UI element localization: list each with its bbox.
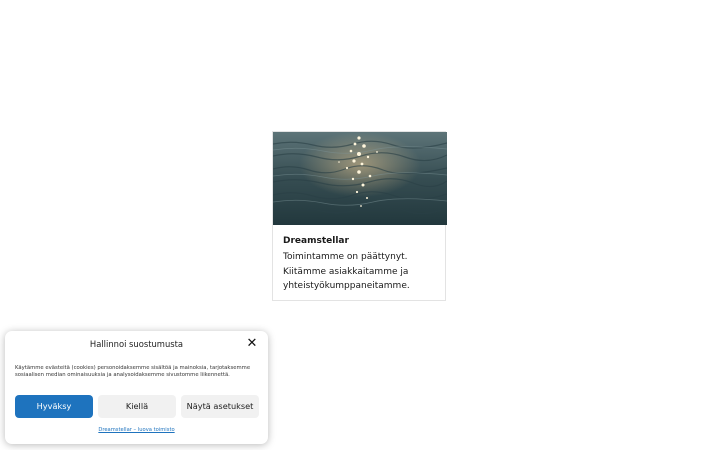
card-body: Dreamstellar Toimintamme on päättynyt. K… xyxy=(283,235,441,294)
sea-image xyxy=(273,132,447,225)
consent-description: Käytämme evästeitä (cookies) personoidak… xyxy=(15,365,251,379)
show-settings-button[interactable]: Näytä asetukset xyxy=(181,395,259,418)
close-icon[interactable]: ✕ xyxy=(246,337,258,350)
accept-button[interactable]: Hyväksy xyxy=(15,395,93,418)
company-link[interactable]: Dreamstellar – luova toimisto xyxy=(5,427,268,433)
deny-button[interactable]: Kiellä xyxy=(98,395,176,418)
card-title: Dreamstellar xyxy=(283,236,349,246)
card-text: Toimintamme on päättynyt. Kiitämme asiak… xyxy=(283,252,410,292)
content-card: Dreamstellar Toimintamme on päättynyt. K… xyxy=(272,131,447,301)
cookie-consent-dialog: Hallinnoi suostumusta ✕ Käytämme evästei… xyxy=(5,331,268,444)
consent-title: Hallinnoi suostumusta xyxy=(89,339,184,349)
